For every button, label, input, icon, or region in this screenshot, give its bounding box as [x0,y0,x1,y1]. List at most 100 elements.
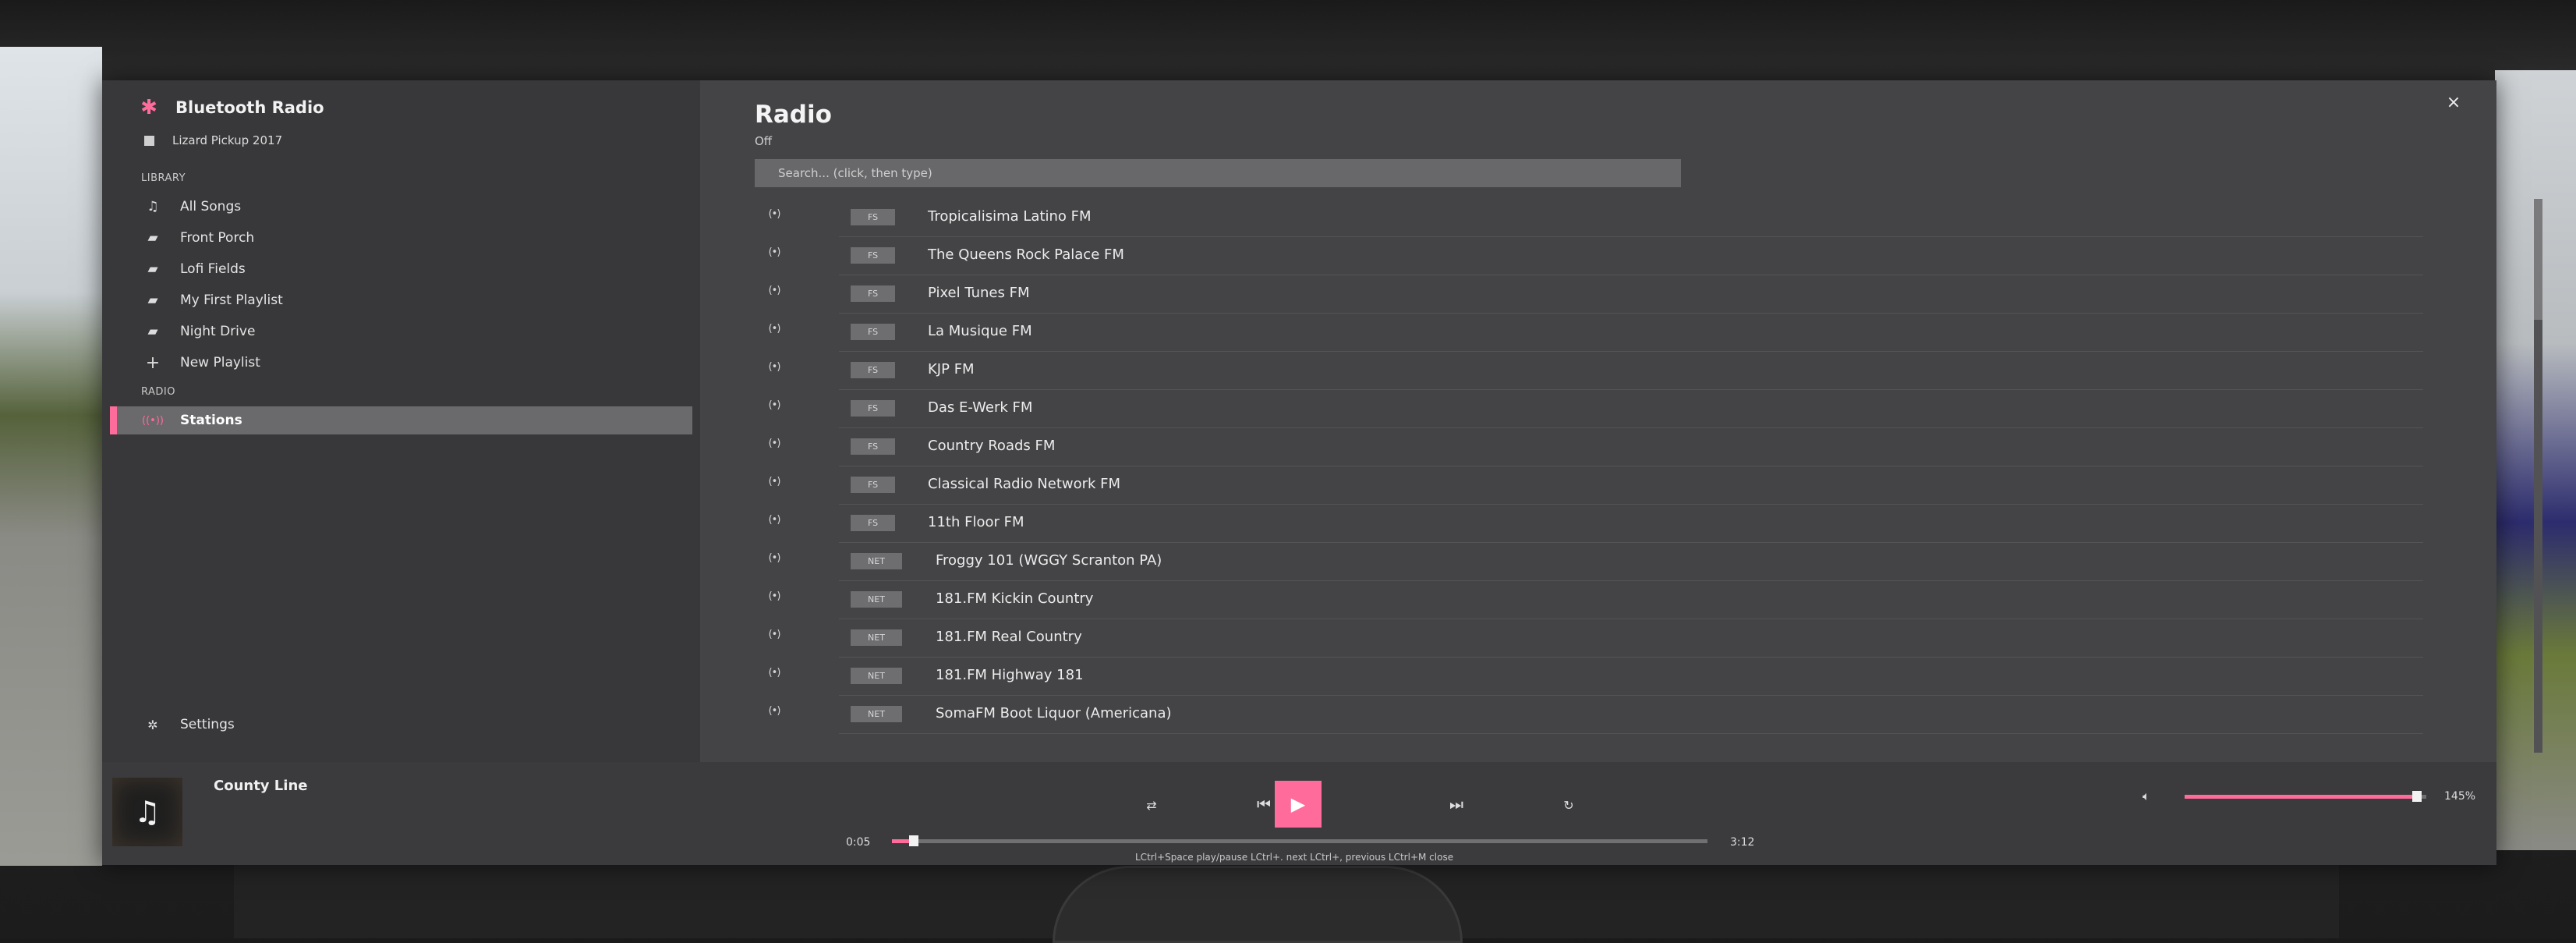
station-name: Froggy 101 (WGGY Scranton PA) [936,552,1162,569]
station-name: The Queens Rock Palace FM [928,246,1124,263]
station-list: (•) FS Tropicalisima Latino FM (•) FS The Que… [755,199,2423,754]
radio-waves-icon: (•) [768,438,781,449]
station-row[interactable]: (•) NET Froggy 101 (WGGY Scranton PA) [755,543,2423,581]
station-type-badge: NET [851,706,902,722]
sidebar-item-lofi-fields[interactable]: ▰ Lofi Fields [141,255,687,283]
station-type-badge: NET [851,629,902,646]
previous-icon: ⏮ [1257,795,1271,814]
radio-waves-icon: (•) [768,285,781,296]
radio-waves-icon: (•) [768,323,781,335]
volume-slider[interactable] [2185,791,2426,802]
sidebar-item-label: Night Drive [180,324,256,339]
shuffle-button[interactable]: ⇄ [1128,781,1175,828]
station-type-badge: FS [851,209,895,225]
repeat-button[interactable]: ↻ [1545,781,1592,828]
seek-bar[interactable] [892,835,1707,846]
station-type-badge: FS [851,285,895,302]
radio-section-label: RADIO [141,386,175,398]
station-name: Classical Radio Network FM [928,476,1121,492]
sidebar-item-label: Stations [180,413,242,428]
station-row[interactable]: (•) FS Pixel Tunes FM [755,275,2423,314]
scrollbar-thumb[interactable] [2534,199,2542,320]
station-type-badge: FS [851,438,895,455]
sidebar-item-my-first-playlist[interactable]: ▰ My First Playlist [141,286,687,314]
speedometer-gauge [1053,866,1463,943]
play-icon: ▶ [1290,793,1306,815]
station-name: 181.FM Kickin Country [936,590,1094,607]
folder-icon: ▰ [147,261,158,277]
repeat-icon: ↻ [1563,798,1574,813]
seek-bar-handle[interactable] [909,835,918,846]
station-row[interactable]: (•) NET SomaFM Boot Liquor (Americana) [755,696,2423,734]
radio-waves-icon: (•) [768,629,781,640]
station-type-badge: FS [851,400,895,417]
station-type-badge: FS [851,324,895,340]
station-row[interactable]: (•) FS Classical Radio Network FM [755,466,2423,505]
radio-waves-icon: (•) [768,399,781,411]
station-name: Pixel Tunes FM [928,285,1030,301]
station-type-badge: NET [851,591,902,608]
folder-icon: ▰ [147,292,158,308]
gear-icon: ✲ [147,717,158,732]
sidebar: ✱ Bluetooth Radio Lizard Pickup 2017 LIB… [102,80,700,762]
active-indicator [110,406,117,434]
volume-icon[interactable]: 🔈︎ [2143,789,2150,804]
station-name: 11th Floor FM [928,514,1024,530]
station-row[interactable]: (•) FS Country Roads FM [755,428,2423,466]
station-row[interactable]: (•) NET 181.FM Kickin Country [755,581,2423,619]
music-note-icon: ♫ [147,199,159,214]
new-playlist-button[interactable]: + New Playlist [141,349,687,377]
search-input[interactable] [755,159,1681,187]
station-type-badge: NET [851,553,902,569]
sidebar-item-label: New Playlist [180,355,260,370]
folder-icon: ▰ [147,230,158,246]
volume-slider-handle[interactable] [2412,791,2422,802]
station-row[interactable]: (•) FS Das E-Werk FM [755,390,2423,428]
station-row[interactable]: (•) FS 11th Floor FM [755,505,2423,543]
game-background-left [0,47,102,866]
station-name: Das E-Werk FM [928,399,1033,416]
sidebar-item-front-porch[interactable]: ▰ Front Porch [141,224,687,252]
main-panel: × Radio Off (•) FS Tropicalisima Latino FM… [700,80,2542,762]
next-button[interactable]: ⏭ [1433,781,1480,828]
station-name: La Musique FM [928,323,1032,339]
station-row[interactable]: (•) FS The Queens Rock Palace FM [755,237,2423,275]
sidebar-item-all-songs[interactable]: ♫ All Songs [141,193,687,221]
radio-waves-icon: (•) [768,514,781,526]
station-name: SomaFM Boot Liquor (Americana) [936,705,1172,721]
player-bar: ♫ County Line ⇄ ⏮ ▶ ⏭ ↻ 0:05 3:12 LCtrl+… [102,762,2496,865]
station-row[interactable]: (•) FS Tropicalisima Latino FM [755,199,2423,237]
sidebar-item-label: My First Playlist [180,292,283,308]
album-art: ♫ [112,778,182,846]
sidebar-item-night-drive[interactable]: ▰ Night Drive [141,317,687,346]
radio-waves-icon: (•) [768,361,781,373]
station-row[interactable]: (•) FS KJP FM [755,352,2423,390]
settings-label: Settings [180,717,235,732]
radio-waves-icon: (•) [768,590,781,602]
close-button[interactable]: × [2442,91,2465,115]
station-type-badge: NET [851,668,902,684]
station-row[interactable]: (•) NET 181.FM Real Country [755,619,2423,658]
keyboard-shortcut-hints: LCtrl+Space play/pause LCtrl+. next LCtr… [1135,852,1454,863]
station-type-badge: FS [851,247,895,264]
bluetooth-icon: ✱ [140,96,157,119]
plus-icon: + [145,353,161,373]
radio-waves-icon: (•) [768,552,781,564]
sidebar-item-stations[interactable]: ((•)) Stations [110,406,692,434]
settings-button[interactable]: ✲ Settings [141,717,235,732]
bluetooth-radio-window: ✱ Bluetooth Radio Lizard Pickup 2017 LIB… [102,80,2542,865]
sidebar-item-label: Lofi Fields [180,261,246,277]
brand-header: ✱ Bluetooth Radio [133,96,324,119]
vehicle-info: Lizard Pickup 2017 [133,133,282,147]
play-button[interactable]: ▶ [1275,781,1322,828]
vehicle-name: Lizard Pickup 2017 [172,133,283,147]
station-list-scrollbar[interactable] [2534,199,2542,753]
station-type-badge: FS [851,477,895,493]
app-title: Bluetooth Radio [175,98,324,117]
radio-waves-icon: (•) [768,246,781,258]
volume-slider-fill [2185,795,2417,799]
station-row[interactable]: (•) NET 181.FM Highway 181 [755,658,2423,696]
music-note-icon: ♫ [133,795,161,829]
vehicle-icon [144,135,154,146]
station-row[interactable]: (•) FS La Musique FM [755,314,2423,352]
